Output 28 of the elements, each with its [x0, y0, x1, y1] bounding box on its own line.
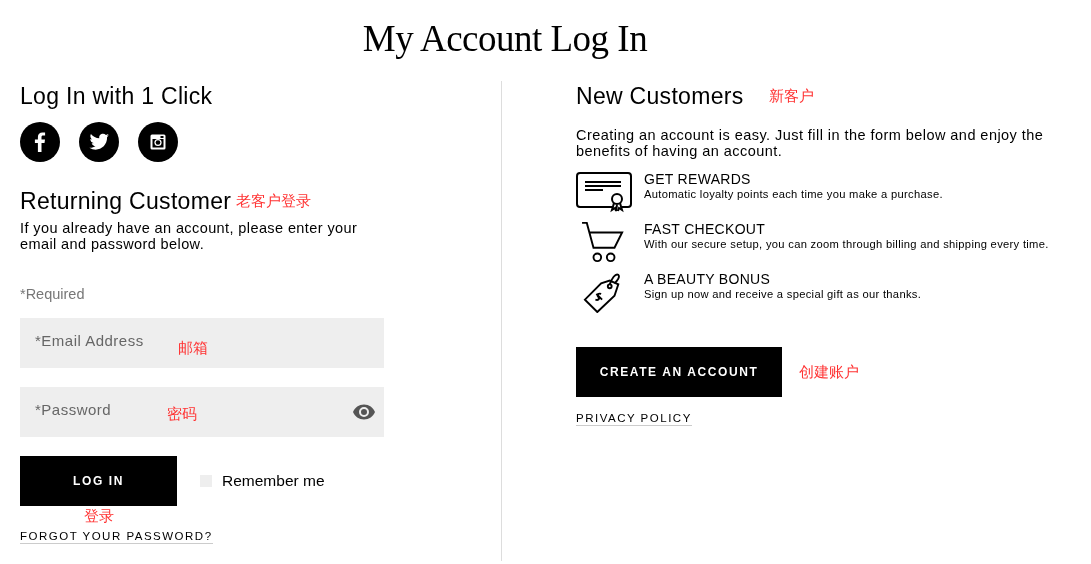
- forgot-password-link[interactable]: FORGOT YOUR PASSWORD?: [20, 529, 213, 544]
- benefit-text: With our secure setup, you can zoom through billing and shipping every time.: [644, 237, 1050, 251]
- annotation-note: 老客户登录: [236, 191, 312, 211]
- section-heading: New Customers: [576, 82, 744, 111]
- benefit-title: GET REWARDS: [644, 171, 752, 187]
- twitter-icon[interactable]: [79, 122, 119, 162]
- privacy-policy-link[interactable]: PRIVACY POLICY: [576, 411, 692, 426]
- create-account-button[interactable]: CREATE AN ACCOUNT: [576, 347, 782, 397]
- annotation-note: 邮箱: [178, 339, 208, 358]
- benefit-title: FAST CHECKOUT: [644, 221, 767, 237]
- section-heading: Returning Customer: [20, 187, 232, 216]
- page-title: My Account Log In: [361, 17, 649, 61]
- annotation-note: 新客户: [768, 86, 814, 106]
- required-note: *Required: [20, 286, 86, 302]
- benefit-text: Automatic loyalty points each time you make a purchase.: [644, 187, 944, 201]
- section-heading: Log In with 1 Click: [20, 82, 214, 111]
- facebook-icon[interactable]: [20, 122, 60, 162]
- intro-text: If you already have an account, please enter your email and password below.: [20, 220, 359, 252]
- annotation-note: 密码: [167, 405, 197, 424]
- annotation-note: 创建账户: [799, 362, 859, 382]
- annotation-note: 登录: [84, 507, 114, 525]
- intro-text: Creating an account is easy. Just fill in the form below and enjoy the benefits of having an account.: [576, 127, 1045, 159]
- login-button[interactable]: LOG IN: [20, 456, 177, 506]
- benefit-text: Sign up now and receive a special gift as our thanks.: [644, 287, 923, 301]
- instagram-icon[interactable]: [138, 122, 178, 162]
- remember-label: Remember me: [222, 472, 325, 490]
- certificate-icon: [576, 171, 632, 213]
- benefit-title: A BEAUTY BONUS: [644, 271, 772, 287]
